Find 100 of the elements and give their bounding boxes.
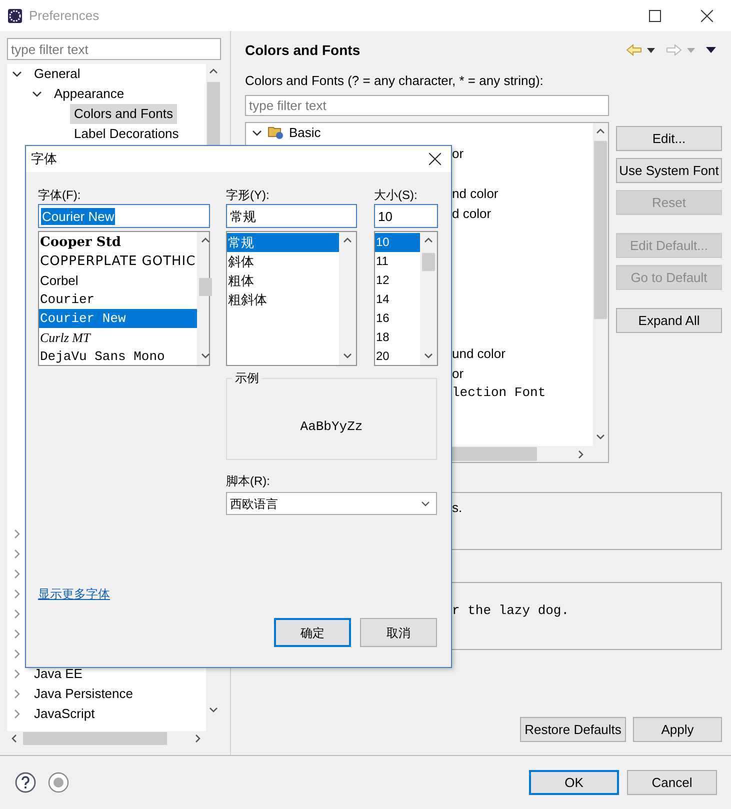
script-dropdown[interactable]: 西欧语言	[226, 492, 437, 515]
list-item[interactable]: 粗体	[227, 271, 339, 290]
button[interactable]: Restore Defaults	[520, 717, 626, 742]
tree-item[interactable]: Basic	[289, 123, 321, 143]
tree-item[interactable]: General	[30, 64, 84, 84]
scroll-down-icon[interactable]	[209, 707, 218, 713]
chevron-down-icon[interactable]	[252, 128, 262, 138]
list-item[interactable]: Courier New	[39, 309, 197, 328]
tree-item[interactable]: JavaScript	[30, 704, 99, 724]
close-icon[interactable]	[701, 10, 713, 22]
filter-label: Colors and Fonts (? = any character, * = any string):	[245, 73, 544, 89]
tree-item[interactable]: d color	[452, 204, 492, 224]
list-item[interactable]: 11	[375, 252, 420, 271]
filter-field[interactable]: type filter text	[7, 38, 221, 60]
chevron-right-icon[interactable]	[12, 609, 22, 619]
help-icon[interactable]	[15, 772, 36, 793]
tree-item[interactable]: Label Decorations	[70, 124, 183, 144]
input-field[interactable]: Courier New	[38, 204, 210, 228]
list-item[interactable]: 18	[375, 328, 420, 347]
field-label: 字体(F):	[38, 188, 82, 202]
scroll-down-icon[interactable]	[596, 434, 605, 440]
tree-item[interactable]: und color	[452, 344, 506, 364]
list-item[interactable]: 14	[375, 290, 420, 309]
filter-field[interactable]: type filter text	[245, 95, 609, 116]
chevron-right-icon[interactable]	[12, 589, 22, 599]
record-icon[interactable]	[48, 772, 69, 793]
page-title: Colors and Fonts	[245, 40, 360, 60]
app-icon	[7, 8, 23, 24]
script-label: 脚本(R):	[226, 474, 270, 488]
button[interactable]: Apply	[633, 717, 722, 742]
preview-text: r the lazy dog.	[452, 602, 570, 620]
input-field[interactable]: 常规	[226, 204, 357, 228]
list-item[interactable]: Cooper Std	[39, 233, 197, 252]
input-field[interactable]: 10	[374, 204, 438, 228]
scroll-down-icon[interactable]	[343, 353, 352, 359]
back-arrow-icon[interactable]	[626, 44, 642, 56]
list-item[interactable]: Courier	[39, 290, 197, 309]
list-item[interactable]: Corbel	[39, 271, 197, 290]
maximize-icon[interactable]	[649, 10, 661, 22]
chevron-right-icon[interactable]	[12, 649, 22, 659]
scroll-right-icon[interactable]	[195, 734, 201, 743]
list-item[interactable]: 粗斜体	[227, 290, 339, 309]
dialog-title: 字体	[31, 150, 57, 168]
list-item[interactable]: DejaVu Sans Mono	[39, 347, 197, 366]
window-title: Preferences	[29, 6, 100, 25]
tree-item[interactable]: or	[452, 144, 464, 164]
vertical-scrollbar[interactable]	[593, 123, 608, 446]
list-item[interactable]: 斜体	[227, 252, 339, 271]
button[interactable]: Use System Font	[616, 158, 722, 183]
scroll-up-icon[interactable]	[424, 237, 433, 243]
tree-item[interactable]: Appearance	[50, 84, 128, 104]
vertical-scrollbar[interactable]	[339, 232, 356, 365]
tree-item[interactable]: Colors and Fonts	[70, 104, 177, 124]
chevron-right-icon[interactable]	[12, 629, 22, 639]
list-item[interactable]: 常规	[227, 233, 339, 252]
more-fonts-link[interactable]: 显示更多字体	[38, 585, 110, 603]
button[interactable]: 确定	[274, 618, 351, 647]
sample-text: AaBbYyZz	[299, 418, 364, 436]
forward-arrow-icon[interactable]	[666, 44, 682, 56]
scroll-right-icon[interactable]	[578, 450, 584, 458]
button[interactable]: OK	[529, 770, 619, 795]
chevron-right-icon[interactable]	[12, 549, 22, 559]
button[interactable]: Edit...	[616, 126, 722, 151]
button[interactable]: 取消	[360, 618, 437, 647]
list-item[interactable]: 10	[375, 233, 420, 252]
scroll-down-icon[interactable]	[200, 353, 210, 359]
list-item[interactable]: 12	[375, 271, 420, 290]
list-item[interactable]: Curlz MT	[39, 328, 197, 347]
field-label: 字形(Y):	[226, 188, 270, 202]
list-item[interactable]: COPPERPLATE GOTHIC	[39, 252, 197, 271]
scrollbar-thumb[interactable]	[23, 732, 167, 745]
tree-item[interactable]: Java Persistence	[30, 684, 137, 704]
list-item[interactable]: 16	[375, 309, 420, 328]
button[interactable]: Expand All	[616, 308, 722, 333]
scroll-up-icon[interactable]	[596, 128, 605, 134]
tree-item[interactable]: lection Font	[452, 383, 546, 402]
tree-item[interactable]: nd color	[452, 184, 498, 204]
scroll-up-icon[interactable]	[343, 237, 352, 243]
dropdown-caret-icon[interactable]	[647, 48, 655, 52]
button[interactable]: Cancel	[627, 770, 717, 795]
scrollbar-thumb[interactable]	[594, 141, 607, 319]
close-icon[interactable]	[429, 153, 441, 165]
chevron-right-icon[interactable]	[12, 529, 22, 539]
tree-item[interactable]: Java EE	[30, 664, 86, 684]
chevron-down-icon[interactable]	[32, 89, 42, 99]
scrollbar-thumb[interactable]	[198, 278, 212, 296]
tree-item[interactable]: or	[452, 364, 464, 384]
scroll-up-icon[interactable]	[209, 68, 218, 74]
vertical-scrollbar[interactable]	[196, 232, 209, 365]
list-item[interactable]: 20	[375, 347, 420, 366]
description-text: s.	[452, 499, 462, 517]
chevron-right-icon[interactable]	[12, 569, 22, 579]
view-menu-icon[interactable]	[706, 47, 716, 53]
scroll-up-icon[interactable]	[200, 237, 210, 243]
scroll-left-icon[interactable]	[11, 734, 17, 743]
chevron-down-icon[interactable]	[12, 69, 22, 79]
scrollbar-thumb[interactable]	[452, 447, 537, 461]
scrollbar-thumb[interactable]	[422, 253, 435, 271]
vertical-scrollbar[interactable]	[420, 232, 437, 365]
scroll-down-icon[interactable]	[424, 353, 433, 359]
